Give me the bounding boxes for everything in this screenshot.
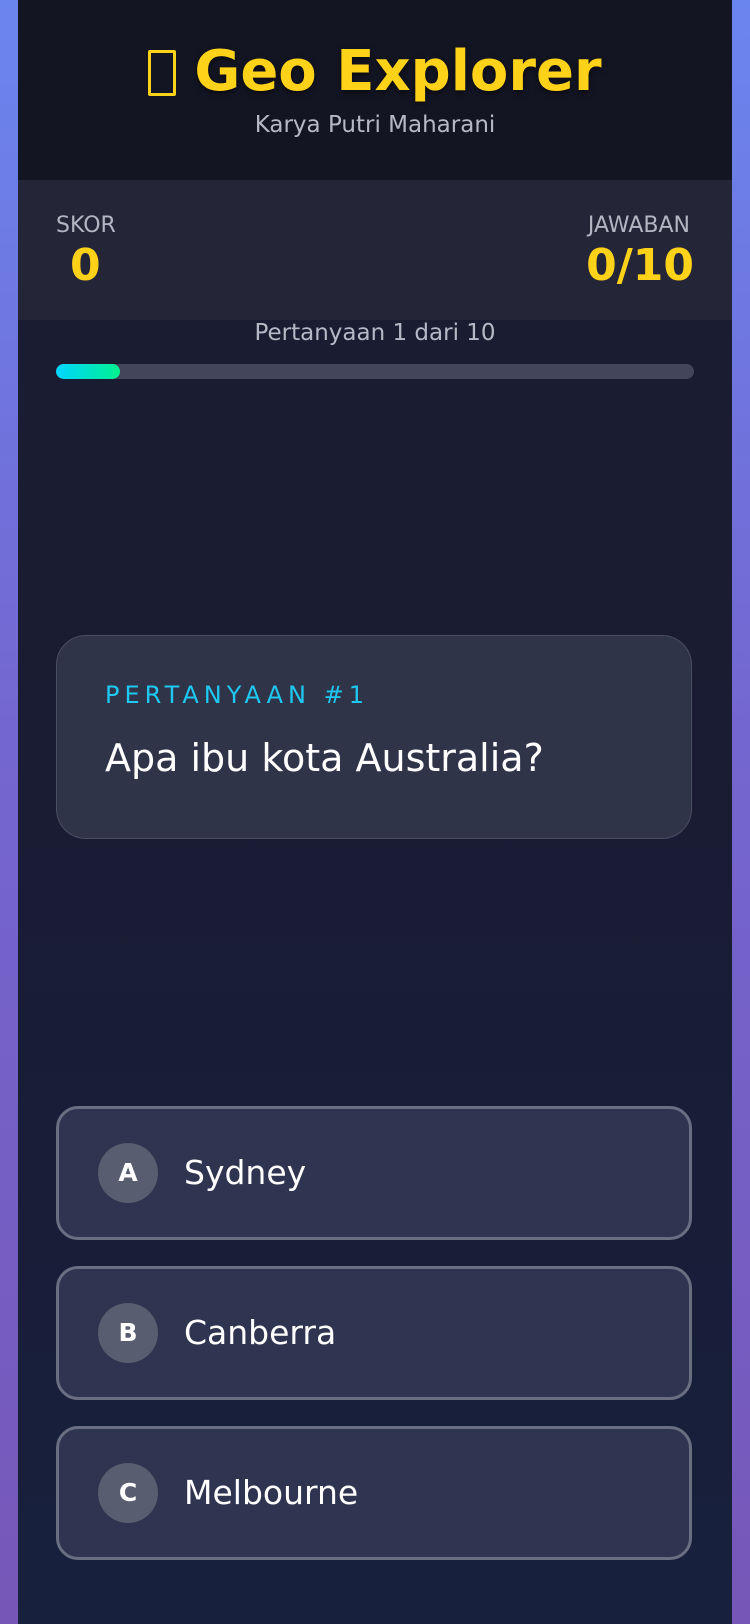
question-number: PERTANYAAN #1	[105, 681, 369, 709]
answers-label: JAWABAN	[587, 213, 690, 238]
score-value: 0	[70, 240, 101, 291]
answer-letter-badge: B	[98, 1303, 158, 1363]
missing-glyph-icon	[148, 50, 177, 96]
answer-text: Canberra	[184, 1313, 337, 1352]
answer-text: Melbourne	[184, 1473, 359, 1512]
app-title-text: Geo Explorer	[194, 39, 602, 104]
stats-bar: SKOR 0 JAWABAN 0/10	[18, 180, 732, 320]
answer-text: Sydney	[184, 1153, 307, 1192]
answer-option-b[interactable]: B Canberra	[56, 1266, 692, 1400]
answer-letter-badge: C	[98, 1463, 158, 1523]
answer-option-c[interactable]: C Melbourne	[56, 1426, 692, 1560]
question-card: PERTANYAAN #1 Apa ibu kota Australia?	[56, 635, 692, 839]
answers-value: 0/10	[586, 240, 694, 291]
app-title: Geo Explorer	[18, 36, 732, 108]
progress-bar	[56, 364, 694, 379]
answer-letter-badge: A	[98, 1143, 158, 1203]
answer-option-a[interactable]: A Sydney	[56, 1106, 692, 1240]
progress-text: Pertanyaan 1 dari 10	[254, 320, 496, 346]
question-text: Apa ibu kota Australia?	[105, 736, 544, 780]
app-subtitle: Karya Putri Maharani	[254, 112, 496, 138]
score-label: SKOR	[56, 213, 116, 238]
header: Geo Explorer Karya Putri Maharani	[18, 0, 732, 180]
quiz-app: Geo Explorer Karya Putri Maharani SKOR 0…	[18, 0, 732, 1624]
progress-fill	[56, 364, 120, 379]
